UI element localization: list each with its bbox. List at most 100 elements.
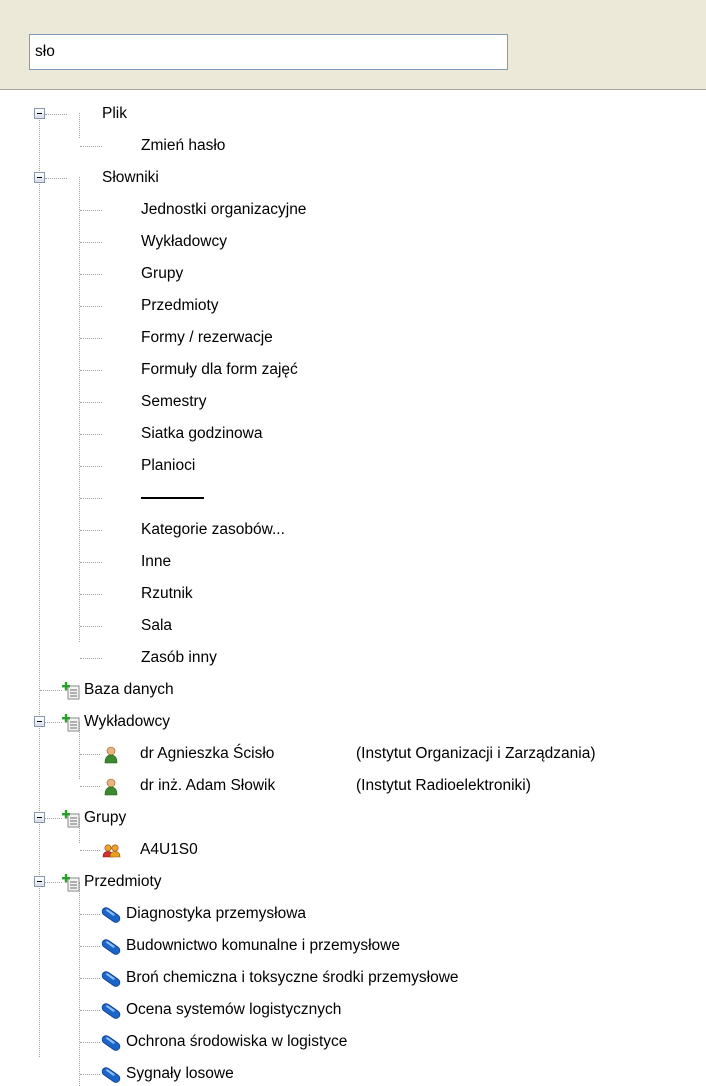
tree-connector — [80, 658, 102, 659]
tree-item-grupy[interactable]: Grupy — [0, 259, 706, 291]
tree-connector — [80, 242, 102, 243]
tree-node-label: Wykładowcy — [84, 713, 170, 730]
tree-item-label: Inne — [141, 553, 172, 570]
tree-connector — [80, 562, 102, 563]
lecturer-item[interactable]: dr inż. Adam Słowik (Instytut Radioelekt… — [0, 771, 706, 803]
tree-node-label: Plik — [102, 105, 127, 122]
subject-item[interactable]: Diagnostyka przemysłowa — [0, 899, 706, 931]
group-name: A4U1S0 — [140, 841, 198, 858]
minus-box-icon[interactable] — [34, 812, 45, 823]
tree-item-label: Zmień hasło — [141, 137, 226, 154]
pill-icon — [101, 1067, 121, 1083]
group-item[interactable]: A4U1S0 — [0, 835, 706, 867]
tree-connector — [80, 1074, 100, 1075]
tree-item-separator — [0, 483, 706, 515]
tree-item-rzutnik[interactable]: Rzutnik — [0, 579, 706, 611]
tree-item-planioci[interactable]: Planioci — [0, 451, 706, 483]
subject-item[interactable]: Ochrona środowiska w logistyce — [0, 1027, 706, 1059]
tree-item-sala[interactable]: Sala — [0, 611, 706, 643]
tree-item-label: Przedmioty — [141, 297, 219, 314]
minus-box-icon[interactable] — [34, 172, 45, 183]
tree-node-label: Baza danych — [84, 681, 174, 698]
tree-item-inne[interactable]: Inne — [0, 547, 706, 579]
tree-item-kategorie[interactable]: Kategorie zasobów... — [0, 515, 706, 547]
lecturer-name: dr inż. Adam Słowik — [140, 777, 276, 794]
tree-connector — [80, 1010, 100, 1011]
tree-item-label: Jednostki organizacyjne — [141, 201, 307, 218]
person-icon — [104, 746, 118, 764]
tree-item-formuly[interactable]: Formuły dla form zajęć — [0, 355, 706, 387]
pill-icon — [101, 907, 121, 923]
tree-add-icon — [62, 874, 80, 892]
tree-node-plik[interactable]: Plik — [0, 99, 706, 131]
tree-connector — [80, 626, 102, 627]
tree-connector — [80, 370, 102, 371]
tree-item-przedmioty[interactable]: Przedmioty — [0, 291, 706, 323]
tree-item-label: Semestry — [141, 393, 207, 410]
tree-connector — [45, 722, 62, 723]
tree-connector — [80, 402, 102, 403]
tree-connector — [80, 306, 102, 307]
tree-connector — [80, 274, 102, 275]
tree-connector — [45, 818, 62, 819]
tree-connector — [80, 434, 102, 435]
group-icon — [102, 844, 121, 858]
tree-connector — [80, 978, 100, 979]
tree-connector — [80, 210, 102, 211]
tree-node-label: Przedmioty — [84, 873, 162, 890]
subject-item[interactable]: Broń chemiczna i toksyczne środki przemy… — [0, 963, 706, 995]
tree-connector — [45, 114, 67, 115]
subject-name: Broń chemiczna i toksyczne środki przemy… — [126, 969, 459, 986]
tree-connector — [45, 882, 62, 883]
tree-node-slowniki[interactable]: Słowniki — [0, 163, 706, 195]
tree-connector — [80, 146, 102, 147]
subject-name: Diagnostyka przemysłowa — [126, 905, 307, 922]
pill-icon — [101, 939, 121, 955]
tree-add-icon — [62, 810, 80, 828]
pill-icon — [101, 1003, 121, 1019]
tree-node-grupy[interactable]: Grupy — [0, 803, 706, 835]
menu-separator — [141, 497, 204, 499]
tree-item-siatka[interactable]: Siatka godzinowa — [0, 419, 706, 451]
tree-connector — [80, 754, 100, 755]
tree-node-baza-danych[interactable]: Baza danych — [0, 675, 706, 707]
subject-name: Ochrona środowiska w logistyce — [126, 1033, 348, 1050]
lecturer-unit: (Instytut Radioelektroniki) — [356, 777, 531, 794]
tree-item-zmien-haslo[interactable]: Zmień hasło — [0, 131, 706, 163]
tree-connector — [80, 946, 100, 947]
lecturer-unit: (Instytut Organizacji i Zarządzania) — [356, 745, 596, 762]
lecturer-item[interactable]: dr Agnieszka Ścisło (Instytut Organizacj… — [0, 739, 706, 771]
tree-connector — [80, 338, 102, 339]
subject-item[interactable]: Ocena systemów logistycznych — [0, 995, 706, 1027]
tree-connector — [80, 786, 100, 787]
tree-node-przedmioty[interactable]: Przedmioty — [0, 867, 706, 899]
search-input[interactable] — [29, 34, 508, 70]
tree-item-label: Rzutnik — [141, 585, 193, 602]
tree-node-wykladowcy[interactable]: Wykładowcy — [0, 707, 706, 739]
tree-item-label: Siatka godzinowa — [141, 425, 263, 442]
tree-item-label: Wykładowcy — [141, 233, 227, 250]
tree-item-label: Grupy — [141, 265, 184, 282]
tree-item-zasob-inny[interactable]: Zasób inny — [0, 643, 706, 675]
tree-item-label: Kategorie zasobów... — [141, 521, 285, 538]
tree-item-label: Zasób inny — [141, 649, 217, 666]
pill-icon — [101, 1035, 121, 1051]
tree-add-icon — [62, 682, 80, 700]
tree-connector — [80, 466, 102, 467]
tree-node-label: Słowniki — [102, 169, 159, 186]
tree-item-wykladowcy[interactable]: Wykładowcy — [0, 227, 706, 259]
subject-name: Ocena systemów logistycznych — [126, 1001, 342, 1018]
tree-item-semestry[interactable]: Semestry — [0, 387, 706, 419]
subject-name: Budownictwo komunalne i przemysłowe — [126, 937, 400, 954]
minus-box-icon[interactable] — [34, 108, 45, 119]
minus-box-icon[interactable] — [34, 716, 45, 727]
subject-item[interactable]: Sygnały losowe — [0, 1059, 706, 1086]
navigation-tree[interactable]: Plik Zmień hasło Słowniki Jednostki orga… — [0, 90, 706, 1086]
person-icon — [104, 778, 118, 796]
subject-name: Sygnały losowe — [126, 1065, 234, 1082]
subject-item[interactable]: Budownictwo komunalne i przemysłowe — [0, 931, 706, 963]
minus-box-icon[interactable] — [34, 876, 45, 887]
tree-item-jednostki[interactable]: Jednostki organizacyjne — [0, 195, 706, 227]
tree-item-label: Formuły dla form zajęć — [141, 361, 298, 378]
tree-item-formy[interactable]: Formy / rezerwacje — [0, 323, 706, 355]
